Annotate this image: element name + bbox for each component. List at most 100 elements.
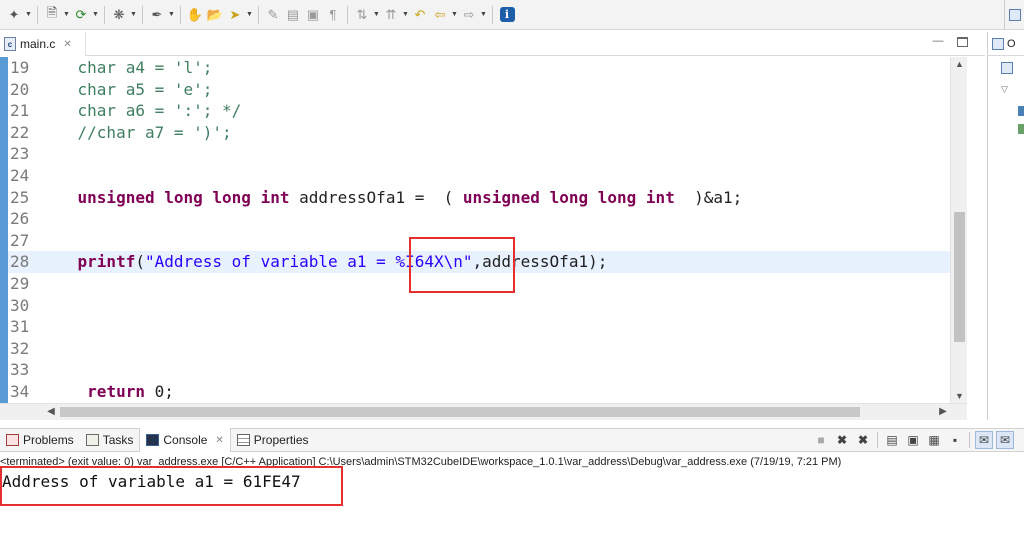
back-dropdown-icon[interactable]: ▼ [450, 5, 459, 25]
forward-arrow-icon[interactable]: ⇨ [459, 5, 479, 25]
code-text: return 0; [87, 382, 174, 401]
code-line[interactable]: 21 char a6 = ':'; */ [8, 100, 950, 122]
word-wrap-icon[interactable]: ▦ [925, 431, 943, 449]
code-line[interactable]: 20 char a5 = 'e'; [8, 79, 950, 101]
console-toolbar: ■ ✖ ✖ ▤ ▣ ▦ ▪ ✉ ✉ [812, 428, 1014, 452]
line-number: 25 [10, 187, 30, 207]
expand-icon[interactable]: ▽ [1001, 84, 1013, 94]
info-glyph: i [499, 7, 515, 22]
line-number: 31 [10, 317, 30, 337]
pin-console-icon[interactable]: ▪ [946, 431, 964, 449]
annotation-dropdown-icon[interactable]: ▼ [401, 5, 410, 25]
debug-dropdown-icon[interactable]: ▼ [129, 5, 138, 25]
editor-vertical-scrollbar[interactable]: ▲ ▼ [950, 57, 967, 403]
format-icon[interactable]: ▤ [283, 5, 303, 25]
perspective-icon[interactable] [1004, 0, 1024, 30]
tab-main-c[interactable]: c main.c ✕ [0, 32, 86, 56]
refresh-icon[interactable]: ⟳ [71, 5, 91, 25]
remove-all-icon[interactable]: ✖ [854, 431, 872, 449]
last-edit-icon[interactable]: ↶ [410, 5, 430, 25]
clear-console-icon[interactable]: ▤ [883, 431, 901, 449]
code-text: char a6 = ':'; */ [39, 101, 242, 121]
remove-launch-icon[interactable]: ✖ [833, 431, 851, 449]
perspective-glyph [1008, 9, 1021, 21]
line-number: 30 [10, 295, 30, 315]
scroll-up-icon[interactable]: ▲ [951, 57, 968, 71]
next-annotation-icon[interactable]: ⇈ [381, 5, 401, 25]
line-number: 34 [10, 382, 30, 401]
tab-tasks[interactable]: Tasks [80, 428, 140, 452]
line-number: 29 [10, 274, 30, 293]
close-icon[interactable]: ✕ [215, 435, 223, 446]
run-dropdown-icon[interactable]: ▼ [245, 5, 254, 25]
outline-item-icon[interactable] [1018, 106, 1024, 116]
build-dropdown-icon[interactable]: ▼ [167, 5, 176, 25]
scroll-right-icon[interactable]: ▶ [936, 404, 950, 421]
navigate-dropdown-icon[interactable]: ▼ [372, 5, 381, 25]
forward-dropdown-icon[interactable]: ▼ [479, 5, 488, 25]
code-line[interactable]: 22 //char a7 = ')'; [8, 122, 950, 144]
tab-outline[interactable]: O [988, 32, 1024, 56]
code-line[interactable]: 30 [8, 295, 950, 317]
toolbar-separator [347, 5, 348, 24]
outline-icon [992, 37, 1004, 50]
paragraph-icon[interactable]: ¶ [323, 5, 343, 25]
horizontal-scroll-thumb[interactable] [60, 407, 860, 417]
hand-icon[interactable]: ✋ [185, 5, 205, 25]
code-line[interactable]: 26 [8, 208, 950, 230]
console-icon [146, 434, 160, 446]
maximize-icon[interactable] [957, 37, 968, 47]
code-line[interactable]: 23 [8, 143, 950, 165]
info-icon[interactable]: i [497, 5, 517, 25]
code-line[interactable]: 33 [8, 359, 950, 381]
code-line[interactable]: 19 char a4 = 'l'; [8, 57, 950, 79]
new-c-file-icon[interactable]: 🗎 [42, 5, 62, 25]
navigate-icon[interactable]: ⇅ [352, 5, 372, 25]
code-line[interactable]: 31 [8, 316, 950, 338]
tab-console[interactable]: Console ✕ [139, 428, 231, 452]
refresh-dropdown-icon[interactable]: ▼ [91, 5, 100, 25]
editor-horizontal-scrollbar[interactable]: ◀ ▶ [0, 403, 967, 420]
editor-tab-bar: c main.c ✕ — [0, 32, 985, 56]
new-c-file-dropdown-icon[interactable]: ▼ [62, 5, 71, 25]
build-icon[interactable]: ✒ [147, 5, 167, 25]
scroll-lock-icon[interactable]: ▣ [904, 431, 922, 449]
new-icon[interactable]: ✦ [4, 5, 24, 25]
show-on-output-icon[interactable]: ✉ [975, 431, 993, 449]
show-on-error-icon[interactable]: ✉ [996, 431, 1014, 449]
debug-icon[interactable]: ❋ [109, 5, 129, 25]
run-icon[interactable]: ➤ [225, 5, 245, 25]
scroll-down-icon[interactable]: ▼ [951, 389, 968, 403]
scroll-left-icon[interactable]: ◀ [44, 404, 58, 421]
tab-problems[interactable]: Problems [0, 428, 80, 452]
back-arrow-icon[interactable]: ⇦ [430, 5, 450, 25]
open-folder-icon[interactable]: 📂 [205, 5, 225, 25]
code-text: char a5 = 'e'; [39, 79, 213, 99]
new-dropdown-icon[interactable]: ▼ [24, 5, 33, 25]
toolbar-separator [180, 5, 181, 24]
toolbar-separator [258, 5, 259, 24]
line-number: 20 [10, 79, 30, 99]
outline-item-icon[interactable] [1018, 124, 1024, 134]
close-icon[interactable]: ✕ [63, 39, 71, 50]
outline-item-icon[interactable] [1001, 62, 1013, 74]
code-line[interactable]: 34 return 0; [8, 381, 950, 403]
toolbar-separator [104, 5, 105, 24]
tab-label: Tasks [102, 433, 134, 447]
code-editor[interactable]: 19 char a4 = 'l'; 20 char a5 = 'e'; 21 cha… [0, 57, 950, 403]
tasks-icon [85, 434, 99, 446]
outline-panel: O ▽ [987, 32, 1024, 420]
code-line[interactable]: 25 unsigned long long int addressOfa1 = … [8, 187, 950, 209]
toggle-mark-icon[interactable]: ▣ [303, 5, 323, 25]
scroll-thumb[interactable] [954, 212, 965, 342]
edit-icon[interactable]: ✎ [263, 5, 283, 25]
line-number: 32 [10, 338, 30, 358]
outline-item-glyph [1001, 62, 1013, 74]
code-line[interactable]: 32 [8, 338, 950, 360]
toolbar-separator [37, 5, 38, 24]
terminate-icon[interactable]: ■ [812, 431, 830, 449]
tab-label: Console [163, 433, 208, 447]
minimize-icon[interactable]: — [932, 36, 944, 49]
tab-properties[interactable]: Properties [231, 428, 315, 452]
code-line[interactable]: 24 [8, 165, 950, 187]
